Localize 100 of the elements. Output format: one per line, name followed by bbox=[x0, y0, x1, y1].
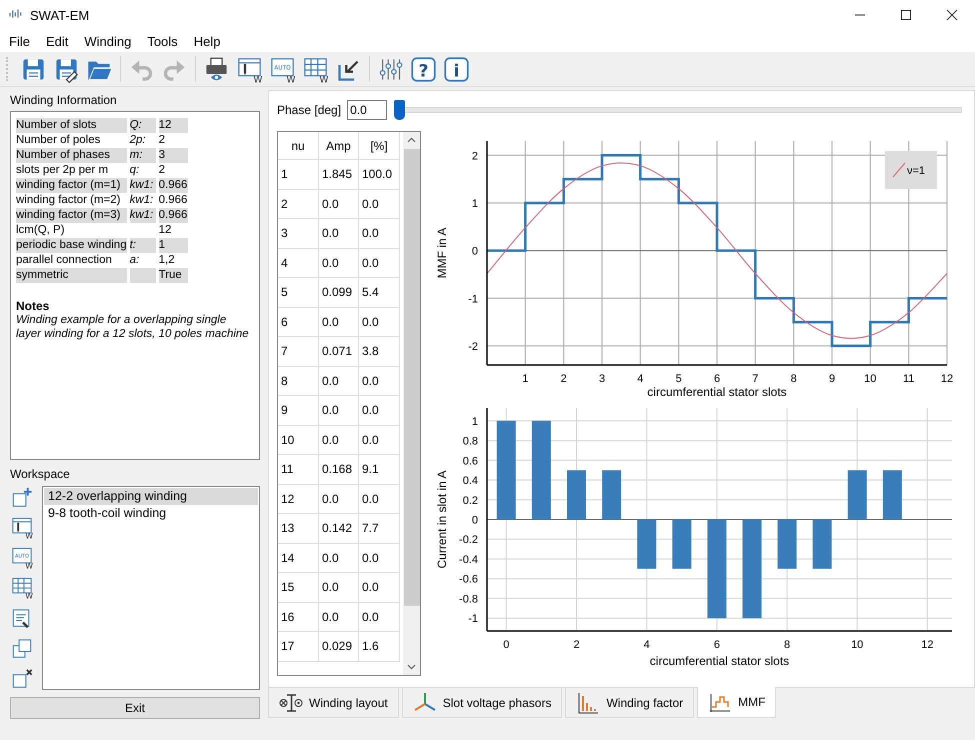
menu-item[interactable]: Winding bbox=[76, 34, 140, 48]
info-icon[interactable]: i bbox=[443, 56, 470, 82]
table-cell: 5 bbox=[278, 278, 319, 308]
tab[interactable]: MMF bbox=[697, 687, 776, 718]
tick-label: 4 bbox=[644, 639, 650, 651]
table-cell: 0.0 bbox=[359, 248, 400, 278]
bar bbox=[567, 470, 586, 520]
bar bbox=[602, 470, 622, 520]
info-symbol: kw1: bbox=[130, 193, 154, 208]
table-cell: 13 bbox=[278, 514, 319, 544]
table-cell: 9.1 bbox=[359, 455, 400, 484]
info-value: 0.966 bbox=[158, 193, 188, 208]
workspace-item[interactable]: 9-8 tooth-coil winding bbox=[44, 505, 258, 522]
table-cell: 2 bbox=[278, 190, 319, 219]
tick-label: 0.8 bbox=[462, 436, 478, 448]
menu-item[interactable]: Edit bbox=[38, 34, 76, 48]
info-value: 12 bbox=[158, 118, 188, 133]
info-symbol: Q: bbox=[130, 118, 156, 133]
tick-label: 1 bbox=[522, 373, 528, 385]
tick-label: -1 bbox=[468, 293, 478, 306]
tick-label: 0.6 bbox=[462, 455, 478, 468]
table-cell: 0.0 bbox=[319, 308, 359, 337]
bar bbox=[778, 520, 797, 569]
workspace-item[interactable]: 12-2 overlapping winding bbox=[44, 488, 258, 505]
tick-label: 8 bbox=[790, 373, 797, 385]
tab[interactable]: Slot voltage phasors bbox=[402, 688, 562, 718]
tick-label: 9 bbox=[828, 373, 836, 385]
delete-icon[interactable] bbox=[10, 666, 34, 690]
menu-item[interactable]: Help bbox=[186, 34, 228, 48]
tick-label: 8 bbox=[784, 639, 790, 651]
menu-item[interactable]: File bbox=[1, 34, 38, 48]
phase-field[interactable]: 0.0 bbox=[347, 100, 388, 120]
slider-thumb[interactable] bbox=[394, 100, 406, 120]
tick-label: 0 bbox=[472, 514, 478, 526]
info-value: 12 bbox=[158, 223, 172, 238]
table-cell: 0.168 bbox=[319, 455, 359, 484]
window-title: SWAT-EM bbox=[30, 8, 90, 22]
tick-label: 0.4 bbox=[462, 475, 478, 487]
cell-background bbox=[130, 268, 156, 283]
table-cell: 9 bbox=[278, 396, 319, 426]
info-label: symmetric bbox=[16, 268, 127, 283]
table-cell: 3 bbox=[278, 219, 319, 248]
info-value: 2 bbox=[158, 163, 166, 178]
scrollbar-thumb[interactable] bbox=[404, 149, 420, 606]
tick-label: 2 bbox=[472, 150, 478, 162]
table-cell: 1 bbox=[278, 160, 319, 190]
bar bbox=[848, 470, 867, 520]
bar bbox=[882, 470, 902, 520]
tick-label: -2 bbox=[468, 340, 478, 353]
tick-label: 3 bbox=[598, 373, 606, 385]
table-cell: 0.0 bbox=[359, 484, 400, 514]
table-cell: 0.0 bbox=[319, 219, 359, 248]
tick-label: 0 bbox=[472, 246, 478, 258]
table-cell: 16 bbox=[278, 602, 319, 632]
table-cell: 0.0 bbox=[319, 190, 359, 219]
table-cell: 0.0 bbox=[359, 219, 400, 248]
axis-title: circumferential stator slots bbox=[647, 385, 787, 399]
copy-icon[interactable] bbox=[10, 636, 34, 660]
tick-label: 0.2 bbox=[462, 494, 478, 507]
table-cell: 0.071 bbox=[319, 337, 359, 366]
tab[interactable]: Winding factor bbox=[565, 688, 694, 718]
bar bbox=[672, 520, 692, 569]
table-cell: 0.0 bbox=[319, 484, 359, 514]
add-window-icon[interactable] bbox=[10, 486, 34, 510]
tick-label: 10 bbox=[851, 639, 864, 651]
info-value: 0.966 bbox=[158, 178, 188, 193]
info-value: True bbox=[158, 268, 188, 283]
panel-title: Winding Information bbox=[10, 92, 118, 108]
tick-label: 2 bbox=[560, 373, 567, 385]
table-cell: 0.0 bbox=[319, 602, 359, 632]
bar bbox=[637, 520, 656, 569]
info-label: Number of slots bbox=[16, 118, 127, 133]
info-value: 1 bbox=[158, 238, 188, 253]
legend-swatch bbox=[892, 162, 906, 178]
tick-label: 5 bbox=[676, 373, 682, 385]
tab[interactable]: Winding layout bbox=[268, 688, 399, 718]
table-cell: 0.0 bbox=[319, 426, 359, 455]
table-cell: 6 bbox=[278, 308, 319, 337]
table-cell: 0.029 bbox=[319, 632, 359, 662]
table-cell: 0.0 bbox=[319, 573, 359, 602]
tick-label: -0.8 bbox=[459, 593, 478, 606]
tick-label: 1 bbox=[472, 198, 478, 210]
info-label: lcm(Q, P) bbox=[16, 223, 66, 238]
info-label: Number of phases bbox=[16, 148, 127, 163]
help-icon[interactable]: ? bbox=[410, 56, 437, 82]
table-cell: 8 bbox=[278, 366, 319, 396]
tick-label: 7 bbox=[752, 373, 758, 385]
info-label: parallel connection bbox=[16, 253, 113, 268]
table-cell: 5.4 bbox=[359, 278, 400, 308]
menu-item[interactable]: Tools bbox=[139, 34, 186, 48]
table-cell: 0.0 bbox=[319, 396, 359, 426]
table-cell: 0.0 bbox=[359, 396, 400, 426]
notes-text: Winding example for a overlapping single layer winding for a 12 slots, 10 poles machine bbox=[16, 313, 250, 341]
axis-title: MMF in A bbox=[435, 228, 449, 278]
table-cell: 12 bbox=[278, 484, 319, 514]
field-label: Phase [deg] bbox=[277, 103, 342, 117]
exit-button[interactable]: Exit bbox=[10, 697, 260, 719]
table-cell: 15 bbox=[278, 573, 319, 602]
info-label: slots per 2p per m bbox=[16, 163, 110, 178]
column-header: Amp bbox=[319, 132, 359, 160]
